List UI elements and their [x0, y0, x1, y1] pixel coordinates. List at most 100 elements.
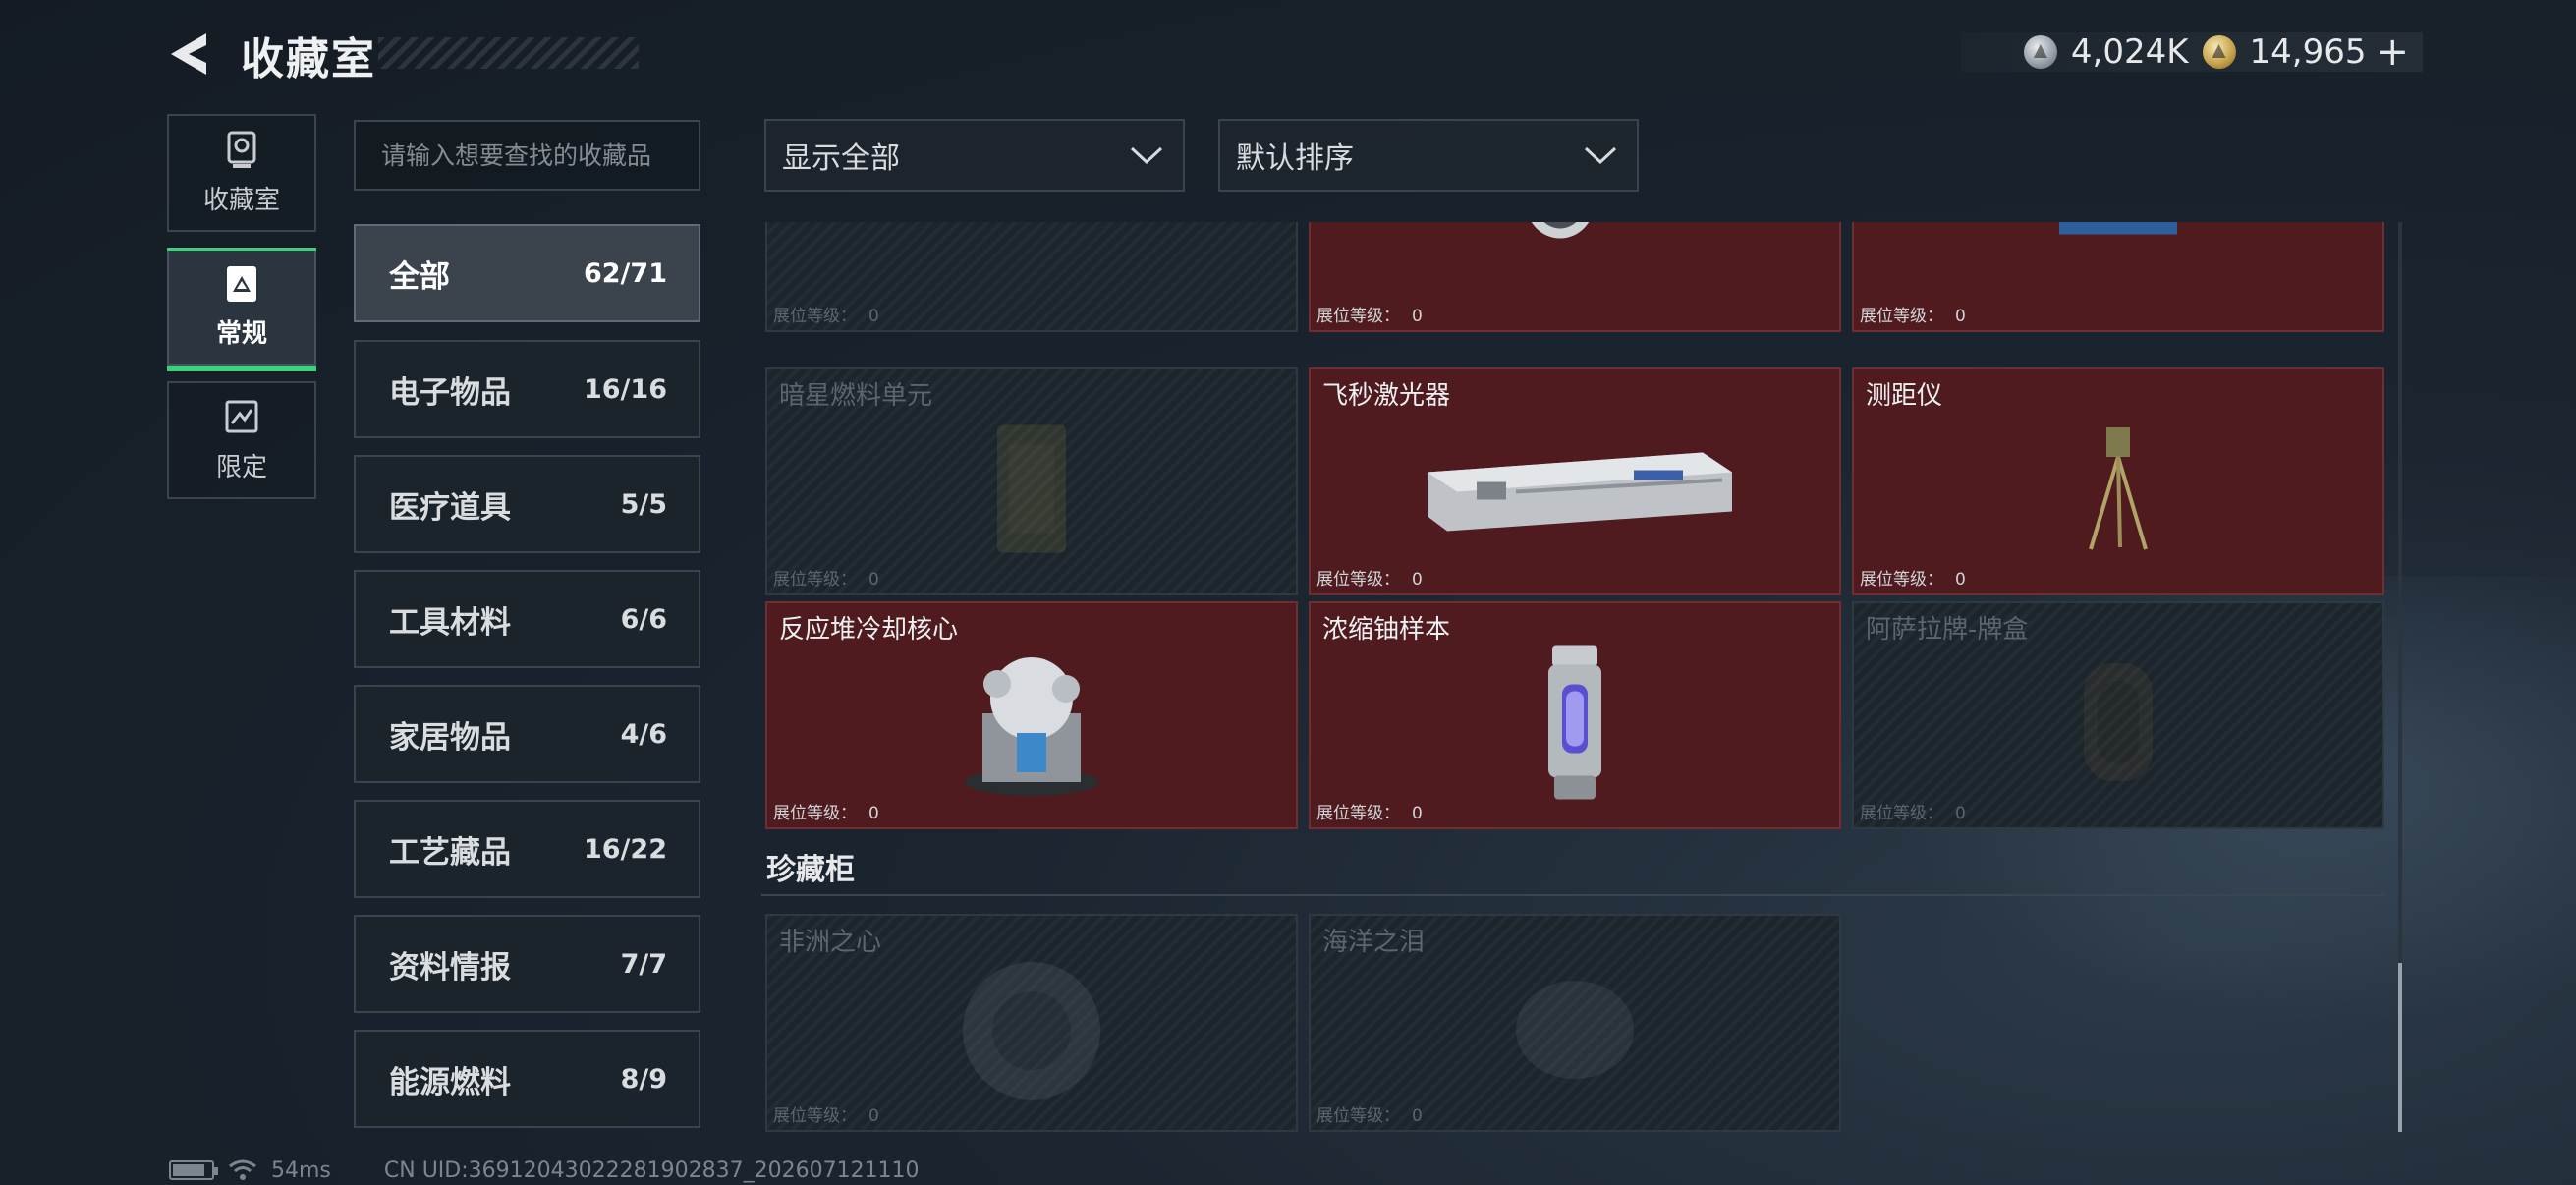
category-name: 全部 — [389, 258, 450, 295]
item-name: 飞秒激光器 — [1322, 381, 1451, 411]
collection-item[interactable]: 飞秒激光器 展位等级： 0 — [1309, 367, 1841, 595]
category-all[interactable]: 全部 62/71 — [354, 224, 700, 322]
showcase-item[interactable]: 海洋之泪 展位等级： 0 — [1309, 914, 1841, 1132]
item-level: 展位等级： 0 — [1860, 307, 1966, 326]
collection-item[interactable]: 展位等级： 0 — [1309, 222, 1841, 332]
collection-item[interactable]: 暗星燃料单元 展位等级： 0 — [765, 367, 1298, 595]
side-tab-collection-room[interactable]: 收藏室 — [167, 114, 316, 232]
collection-grid: 展位等级： 0 展位等级： 0 展位等级： 0 暗星燃料单元 展位等级： 0 飞… — [761, 222, 2384, 1136]
add-currency-button[interactable]: + — [2376, 29, 2409, 75]
fuel-cell-icon — [997, 424, 1066, 553]
search-box[interactable] — [354, 120, 700, 191]
category-name: 家居物品 — [389, 719, 511, 756]
gold-coin-icon — [2202, 35, 2236, 69]
category-intel[interactable]: 资料情报 7/7 — [354, 915, 700, 1013]
item-name: 浓缩铀样本 — [1322, 615, 1451, 645]
category-name: 能源燃料 — [389, 1064, 511, 1100]
silver-coin-icon — [2023, 35, 2057, 69]
collection-item[interactable]: 展位等级： 0 — [765, 222, 1298, 332]
showcase-item[interactable]: 非洲之心 展位等级： 0 — [765, 914, 1298, 1132]
category-count: 8/9 — [620, 1063, 667, 1095]
side-tab-label: 限定 — [215, 452, 267, 482]
item-name: 暗星燃料单元 — [779, 381, 933, 411]
item-level: 展位等级： 0 — [773, 804, 879, 823]
limited-icon — [225, 400, 258, 432]
chevron-down-icon — [1130, 146, 1163, 165]
category-household[interactable]: 家居物品 4/6 — [354, 685, 700, 783]
machine-icon — [2059, 222, 2177, 235]
side-tab-label: 收藏室 — [202, 185, 280, 215]
card-box-icon — [2084, 663, 2153, 781]
category-count: 5/5 — [620, 488, 667, 520]
item-level: 展位等级： 0 — [1316, 1106, 1423, 1126]
item-level: 展位等级： 0 — [1316, 307, 1423, 326]
ping-value: 54ms — [271, 1157, 331, 1183]
category-count: 7/7 — [620, 948, 667, 980]
showcase-section-title: 珍藏柜 — [766, 853, 855, 887]
canister-icon — [1548, 645, 1601, 800]
chevron-down-icon — [1584, 146, 1617, 165]
item-name: 反应堆冷却核心 — [779, 615, 959, 645]
gem-icon — [963, 962, 1100, 1100]
user-uid: CN UID:36912043022281902837_202607121110 — [383, 1157, 920, 1183]
item-level: 展位等级： 0 — [1316, 570, 1423, 590]
item-name: 海洋之泪 — [1322, 928, 1426, 957]
item-level: 展位等级： 0 — [1316, 804, 1423, 823]
category-energy[interactable]: 能源燃料 8/9 — [354, 1030, 700, 1128]
item-level: 展位等级： 0 — [1860, 570, 1966, 590]
laser-icon — [1428, 452, 1732, 532]
category-count: 62/71 — [583, 257, 667, 289]
currency-bar: 4,024K 14,965 + — [1961, 29, 2423, 75]
category-electronics[interactable]: 电子物品 16/16 — [354, 340, 700, 438]
category-name: 资料情报 — [389, 949, 511, 986]
collection-item[interactable]: 展位等级： 0 — [1852, 222, 2384, 332]
item-level: 展位等级： 0 — [773, 570, 879, 590]
card-icon — [227, 265, 256, 302]
section-divider — [761, 894, 2384, 896]
category-name: 工艺藏品 — [389, 834, 511, 871]
category-medical[interactable]: 医疗道具 5/5 — [354, 455, 700, 553]
side-tab-label: 常规 — [215, 318, 267, 349]
category-tools[interactable]: 工具材料 6/6 — [354, 570, 700, 668]
filter-dropdown-value: 显示全部 — [782, 141, 900, 176]
status-footer: 54ms CN UID:36912043022281902837_2026071… — [169, 1156, 920, 1185]
category-count: 16/16 — [583, 373, 667, 405]
collection-item[interactable]: 测距仪 展位等级： 0 — [1852, 367, 2384, 595]
item-name: 测距仪 — [1866, 381, 1943, 411]
category-name: 电子物品 — [389, 374, 511, 411]
filter-dropdown[interactable]: 显示全部 — [764, 119, 1185, 192]
category-count: 6/6 — [620, 603, 667, 635]
item-level: 展位等级： 0 — [773, 307, 879, 326]
gold-value: 14,965 — [2249, 32, 2367, 72]
scrollbar-thumb[interactable] — [2398, 963, 2402, 1132]
trophy-icon — [227, 131, 256, 168]
collection-item[interactable]: 浓缩铀样本 展位等级： 0 — [1309, 601, 1841, 829]
search-input[interactable] — [381, 141, 673, 170]
back-arrow-icon — [171, 33, 206, 75]
battery-icon — [169, 1160, 218, 1180]
reactor-core-icon — [965, 657, 1098, 796]
collection-item[interactable]: 反应堆冷却核心 展位等级： 0 — [765, 601, 1298, 829]
back-button[interactable] — [165, 29, 214, 79]
category-name: 医疗道具 — [389, 489, 511, 526]
side-tab-regular[interactable]: 常规 — [167, 248, 316, 371]
item-name: 阿萨拉牌-牌盒 — [1866, 615, 2029, 645]
item-level: 展位等级： 0 — [1860, 804, 1966, 823]
lens-icon — [1531, 222, 1590, 239]
category-count: 16/22 — [583, 833, 667, 865]
tripod-icon — [2089, 427, 2148, 550]
gem-icon — [1516, 981, 1634, 1079]
category-name: 工具材料 — [389, 604, 511, 641]
page-title: 收藏室 — [241, 34, 376, 85]
silver-value: 4,024K — [2070, 32, 2189, 72]
item-name: 非洲之心 — [779, 928, 882, 957]
category-count: 4/6 — [620, 718, 667, 750]
item-level: 展位等级： 0 — [773, 1106, 879, 1126]
side-tab-limited[interactable]: 限定 — [167, 381, 316, 499]
sort-dropdown[interactable]: 默认排序 — [1218, 119, 1639, 192]
collection-item[interactable]: 阿萨拉牌-牌盒 展位等级： 0 — [1852, 601, 2384, 829]
sort-dropdown-value: 默认排序 — [1236, 141, 1354, 176]
wifi-icon — [229, 1159, 256, 1180]
category-crafts[interactable]: 工艺藏品 16/22 — [354, 800, 700, 898]
title-decoration — [378, 37, 639, 69]
